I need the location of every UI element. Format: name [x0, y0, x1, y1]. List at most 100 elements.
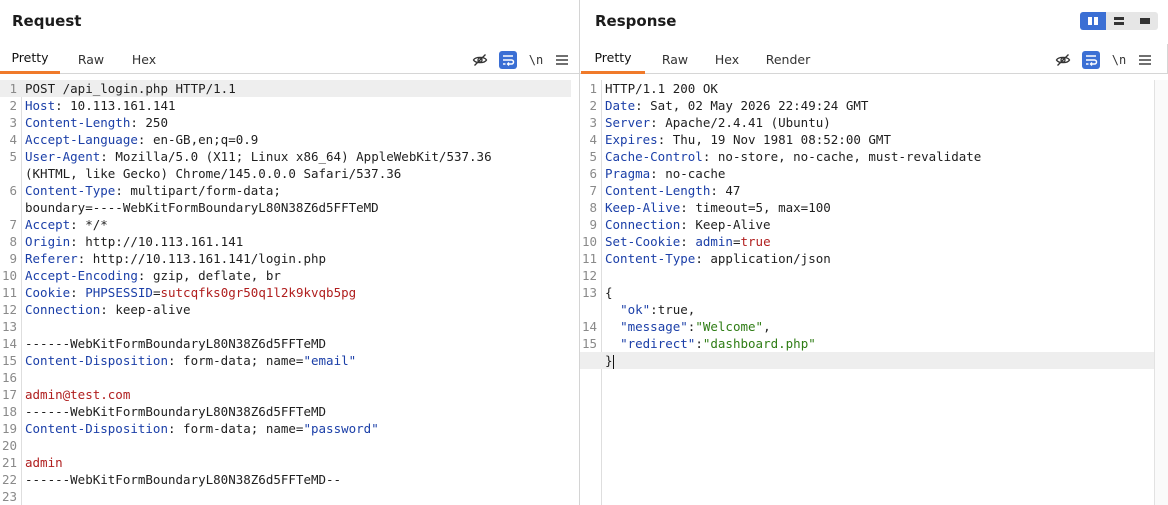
code-line[interactable]: 12 Connection: keep-alive — [0, 301, 571, 318]
code-line[interactable]: 3 Server: Apache/2.4.41 (Ubuntu) — [580, 114, 1154, 131]
request-tab-pretty[interactable]: Pretty — [0, 44, 60, 74]
line-number: 18 — [1, 404, 17, 419]
line-text: boundary=----WebKitFormBoundaryL80N38Z6d… — [25, 199, 379, 216]
code-token: : — [70, 285, 86, 300]
split-horizontal-icon[interactable] — [1080, 12, 1106, 30]
code-line[interactable]: 20 — [0, 437, 571, 454]
code-line[interactable]: (KHTML, like Gecko) Chrome/145.0.0.0 Saf… — [0, 165, 571, 182]
request-tab-raw[interactable]: Raw — [66, 44, 116, 74]
eye-slash-icon[interactable] — [471, 51, 489, 69]
code-line[interactable]: 5 User-Agent: Mozilla/5.0 (X11; Linux x86… — [0, 148, 571, 165]
code-token: : Apache/2.4.41 (Ubuntu) — [650, 115, 831, 130]
line-text: ------WebKitFormBoundaryL80N38Z6d5FFTeMD… — [25, 471, 341, 488]
code-line[interactable]: 11 Cookie: PHPSESSID=sutcqfks0gr50q1l2k9k… — [0, 284, 571, 301]
code-line[interactable]: 18 ------WebKitFormBoundaryL80N38Z6d5FFTe… — [0, 403, 571, 420]
code-line[interactable]: } — [580, 352, 1154, 369]
single-pane-icon[interactable] — [1132, 12, 1158, 30]
newline-toggle[interactable]: \n — [1110, 51, 1128, 69]
code-line[interactable]: 2 Date: Sat, 02 May 2026 22:49:24 GMT — [580, 97, 1154, 114]
line-number: 3 — [589, 115, 597, 130]
code-token: Accept — [25, 217, 71, 232]
code-line[interactable]: boundary=----WebKitFormBoundaryL80N38Z6d… — [0, 199, 571, 216]
line-number: 12 — [1, 302, 17, 317]
code-line[interactable]: 17 admin@test.com — [0, 386, 571, 403]
line-number: 4 — [9, 132, 17, 147]
response-tab-render[interactable]: Render — [756, 44, 820, 74]
code-line[interactable]: 9 Connection: Keep-Alive — [580, 216, 1154, 233]
code-token: : multipart/form-data; — [115, 183, 281, 198]
response-tab-raw[interactable]: Raw — [650, 44, 700, 74]
code-token: = — [732, 234, 741, 249]
request-tab-bar: Pretty Raw Hex \n — [0, 44, 579, 74]
code-line[interactable]: 3 Content-Length: 250 — [0, 114, 571, 131]
line-text: Cookie: PHPSESSID=sutcqfks0gr50q1l2k9kvq… — [25, 284, 356, 301]
line-text: (KHTML, like Gecko) Chrome/145.0.0.0 Saf… — [25, 165, 401, 182]
code-line[interactable]: 5 Cache-Control: no-store, no-cache, must… — [580, 148, 1154, 165]
code-line[interactable]: 1 HTTP/1.1 200 OK — [580, 80, 1154, 97]
code-line[interactable]: 4 Expires: Thu, 19 Nov 1981 08:52:00 GMT — [580, 131, 1154, 148]
code-line[interactable]: 9 Referer: http://10.113.161.141/login.ph… — [0, 250, 571, 267]
code-line[interactable]: 6 Content-Type: multipart/form-data; — [0, 182, 571, 199]
code-line[interactable]: 13 — [0, 318, 571, 335]
split-vertical-icon[interactable] — [1106, 12, 1132, 30]
line-text: Connection: Keep-Alive — [605, 216, 771, 233]
code-line[interactable]: 8 Keep-Alive: timeout=5, max=100 — [580, 199, 1154, 216]
line-text: "ok":true, — [605, 301, 695, 318]
code-line[interactable]: 7 Accept: */* — [0, 216, 571, 233]
code-line[interactable]: 14 "message":"Welcome", — [580, 318, 1154, 335]
code-line[interactable]: 2 Host: 10.113.161.141 — [0, 97, 571, 114]
line-number: 8 — [9, 234, 17, 249]
code-line[interactable]: 23 — [0, 488, 571, 505]
eye-slash-icon[interactable] — [1054, 51, 1072, 69]
line-text: admin@test.com — [25, 386, 130, 403]
response-tab-pretty[interactable]: Pretty — [581, 44, 645, 74]
response-editor[interactable]: 1 HTTP/1.1 200 OK 2 Date: Sat, 02 May 2026 … — [580, 80, 1154, 505]
code-line[interactable]: 21 admin — [0, 454, 571, 471]
response-tab-bar: Pretty Raw Hex Render \n — [580, 44, 1168, 74]
code-line[interactable]: 10 Set-Cookie: admin=true — [580, 233, 1154, 250]
code-token: Content-Length — [25, 115, 131, 130]
code-line[interactable]: 10 Accept-Encoding: gzip, deflate, br — [0, 267, 571, 284]
code-token: true — [740, 234, 771, 249]
code-token: ------WebKitFormBoundaryL80N38Z6d5FFTeMD… — [25, 472, 342, 487]
code-token: PHPSESSID — [85, 285, 153, 300]
code-line[interactable]: 13 { — [580, 284, 1154, 301]
code-line[interactable]: 15 "redirect":"dashboard.php" — [580, 335, 1154, 352]
newline-toggle[interactable]: \n — [527, 51, 545, 69]
hamburger-menu-icon[interactable] — [1136, 51, 1154, 69]
code-token: : 250 — [130, 115, 168, 130]
code-token: Accept-Encoding — [25, 268, 138, 283]
request-tab-hex[interactable]: Hex — [120, 44, 168, 74]
code-token: : */* — [70, 217, 108, 232]
code-token: "Welcome" — [695, 319, 764, 334]
code-line[interactable]: 19 Content-Disposition: form-data; name="… — [0, 420, 571, 437]
code-line[interactable]: 7 Content-Length: 47 — [580, 182, 1154, 199]
hamburger-menu-icon[interactable] — [553, 51, 571, 69]
response-tab-hex[interactable]: Hex — [704, 44, 750, 74]
code-line[interactable]: 6 Pragma: no-cache — [580, 165, 1154, 182]
code-line[interactable]: 22 ------WebKitFormBoundaryL80N38Z6d5FFTe… — [0, 471, 571, 488]
word-wrap-icon[interactable] — [499, 51, 517, 69]
line-number: 8 — [589, 200, 597, 215]
code-line[interactable]: 15 Content-Disposition: form-data; name="… — [0, 352, 571, 369]
code-token: Content-Disposition — [25, 353, 168, 368]
code-token: Content-Type — [25, 183, 116, 198]
code-line[interactable]: 11 Content-Type: application/json — [580, 250, 1154, 267]
code-token: : 10.113.161.141 — [55, 98, 176, 113]
line-text: Content-Disposition: form-data; name="em… — [25, 352, 356, 369]
code-line[interactable]: 1 POST /api_login.php HTTP/1.1 — [0, 80, 571, 97]
code-line[interactable]: 8 Origin: http://10.113.161.141 — [0, 233, 571, 250]
line-number: 2 — [589, 98, 597, 113]
word-wrap-icon[interactable] — [1082, 51, 1100, 69]
code-line[interactable]: "ok":true, — [580, 301, 1154, 318]
code-line[interactable]: 4 Accept-Language: en-GB,en;q=0.9 — [0, 131, 571, 148]
request-editor[interactable]: 1 POST /api_login.php HTTP/1.1 2 Host: 10.1… — [0, 80, 571, 505]
code-line[interactable]: 16 — [0, 369, 571, 386]
code-line[interactable]: 14 ------WebKitFormBoundaryL80N38Z6d5FFTe… — [0, 335, 571, 352]
vertical-scrollbar[interactable] — [1154, 80, 1168, 505]
code-token: POST /api_login.php HTTP/1.1 — [25, 81, 236, 96]
line-text: Accept: */* — [25, 216, 108, 233]
code-line[interactable]: 12 — [580, 267, 1154, 284]
line-number: 6 — [589, 166, 597, 181]
